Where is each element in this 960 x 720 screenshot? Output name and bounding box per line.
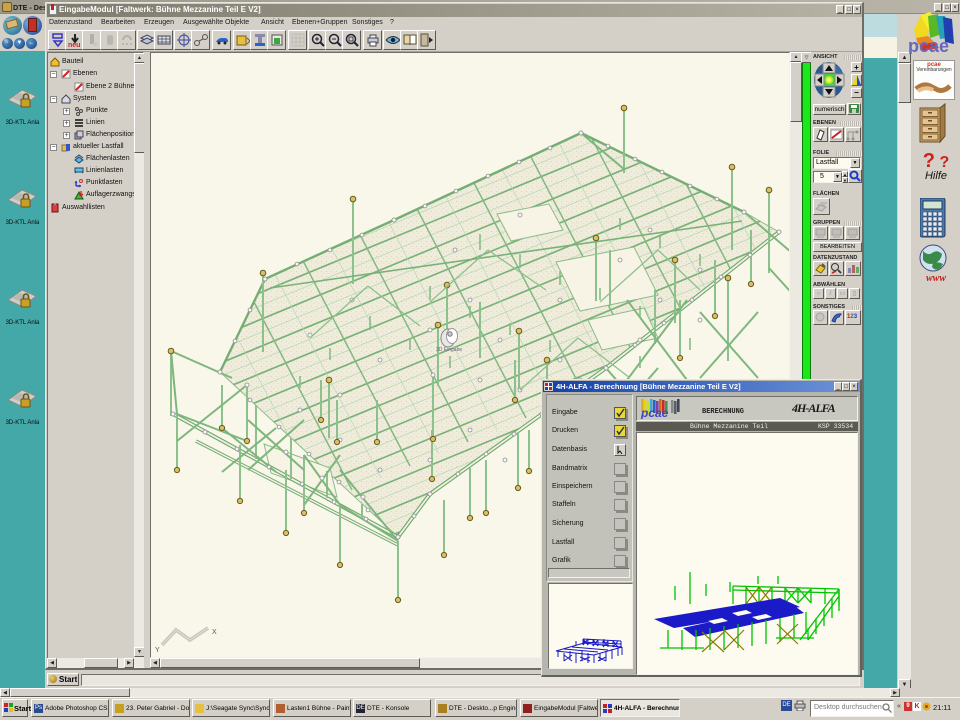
svg-text:pcae: pcae (908, 36, 949, 54)
svg-text:pcae: pcae (640, 406, 669, 419)
svg-text:neu: neu (68, 42, 80, 48)
svg-text:X: X (212, 629, 217, 636)
svg-text:www: www (926, 273, 946, 284)
svg-text:Y: Y (155, 647, 160, 654)
svg-text:3D Eingabe: 3D Eingabe (436, 347, 462, 353)
